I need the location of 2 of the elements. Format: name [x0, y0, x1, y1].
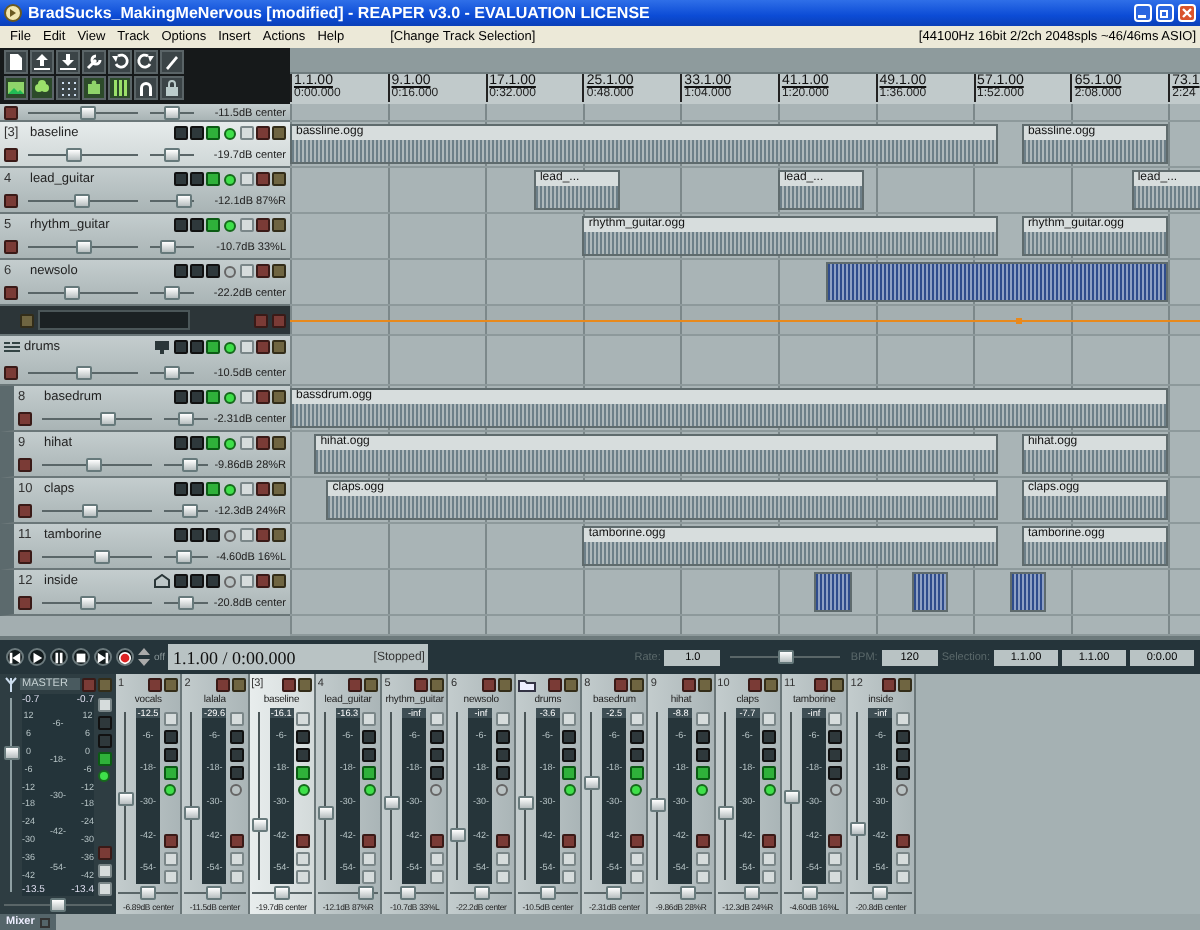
time-position: 1.1.00 / 0:00.000 — [172, 647, 296, 667]
window-title: BradSucks_MakingMeNervous [modified] - REAPER v3.0 - EVALUATION LICENSE — [28, 4, 652, 22]
